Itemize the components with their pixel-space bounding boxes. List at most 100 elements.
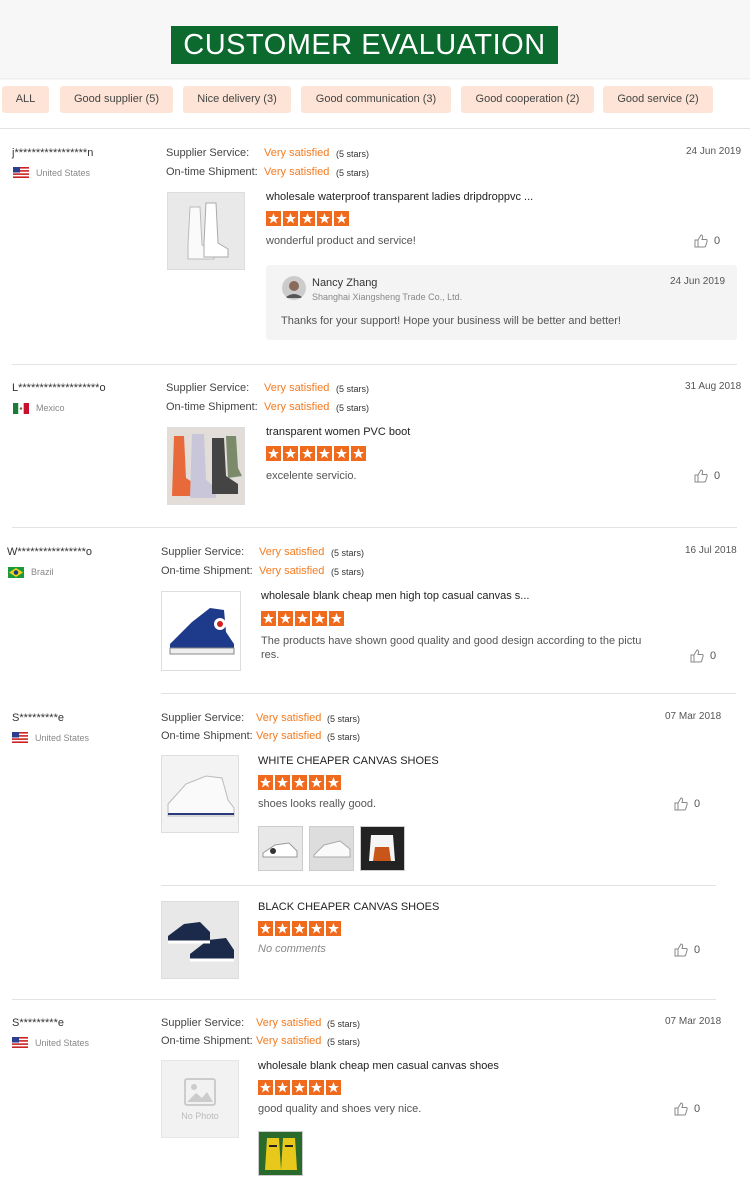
rating-stars xyxy=(266,446,366,461)
star-icon xyxy=(326,775,341,790)
review-date: 07 Mar 2018 xyxy=(665,1016,722,1027)
product-title[interactable]: BLACK CHEAPER CANVAS SHOES xyxy=(258,901,439,913)
shipment-stars-text: (5 stars) xyxy=(327,1037,361,1047)
supplier-rating: Very satisfied xyxy=(256,712,322,724)
supplier-stars-text: (5 stars) xyxy=(327,1019,361,1029)
shipment-stars-text: (5 stars) xyxy=(336,168,370,178)
star-icon xyxy=(292,775,307,790)
reply-author: Nancy Zhang xyxy=(312,277,378,289)
tab-good-communication[interactable]: Good communication (3) xyxy=(301,86,451,113)
reply-text: Thanks for your support! Hope your busin… xyxy=(281,315,621,327)
shipment-stars-text: (5 stars) xyxy=(336,403,370,413)
shipment-label: On-time Shipment: xyxy=(161,565,253,577)
shipment-rating: Very satisfied xyxy=(256,1035,322,1047)
reply-company: Shanghai Xiangsheng Trade Co., Ltd. xyxy=(312,292,463,302)
review-comment: good quality and shoes very nice. xyxy=(258,1103,422,1115)
thumbs-up-icon xyxy=(674,797,688,811)
like-button[interactable]: 0 xyxy=(694,234,720,248)
review-date: 16 Jul 2018 xyxy=(685,545,737,556)
review-photo[interactable] xyxy=(360,826,405,871)
tab-good-cooperation[interactable]: Good cooperation (2) xyxy=(461,86,594,113)
supplier-service-label: Supplier Service: xyxy=(161,712,245,724)
shipment-stars-text: (5 stars) xyxy=(327,732,361,742)
star-icon xyxy=(275,1080,290,1095)
supplier-reply: Nancy Zhang Shanghai Xiangsheng Trade Co… xyxy=(266,265,737,340)
review-comment: No comments xyxy=(258,943,326,955)
product-title[interactable]: transparent women PVC boot xyxy=(266,426,410,438)
review-comment: shoes looks really good. xyxy=(258,798,377,810)
reviewer-country: United States xyxy=(36,168,91,178)
shipment-rating: Very satisfied xyxy=(256,730,322,742)
divider xyxy=(12,527,737,528)
star-icon xyxy=(292,921,307,936)
star-icon xyxy=(329,611,344,626)
tab-good-service[interactable]: Good service (2) xyxy=(603,86,713,113)
shipment-rating: Very satisfied xyxy=(264,166,330,178)
us-flag-icon xyxy=(12,1037,28,1048)
supplier-rating: Very satisfied xyxy=(264,147,330,159)
supplier-stars-text: (5 stars) xyxy=(327,714,361,724)
reviewer-country: Brazil xyxy=(31,567,54,577)
product-image[interactable] xyxy=(161,901,239,979)
star-icon xyxy=(275,921,290,936)
reviewer-country: United States xyxy=(35,1038,90,1048)
star-icon xyxy=(275,775,290,790)
thumbs-up-icon xyxy=(694,234,708,248)
star-icon xyxy=(309,775,324,790)
divider xyxy=(161,693,736,694)
like-button[interactable]: 0 xyxy=(694,469,720,483)
product-title[interactable]: WHITE CHEAPER CANVAS SHOES xyxy=(258,755,439,767)
us-flag-icon xyxy=(13,167,29,178)
star-icon xyxy=(258,921,273,936)
page-title: CUSTOMER EVALUATION xyxy=(171,26,558,64)
product-title[interactable]: wholesale blank cheap men high top casua… xyxy=(261,590,529,602)
supplier-stars-text: (5 stars) xyxy=(336,384,370,394)
rating-stars xyxy=(261,611,344,626)
product-image[interactable] xyxy=(167,192,245,270)
no-photo-placeholder[interactable]: No Photo xyxy=(161,1060,239,1138)
star-icon xyxy=(312,611,327,626)
like-button[interactable]: 0 xyxy=(674,1102,700,1116)
divider xyxy=(0,78,750,79)
product-image[interactable] xyxy=(161,591,241,671)
review-date: 24 Jun 2019 xyxy=(686,146,742,157)
like-button[interactable]: 0 xyxy=(674,943,700,957)
shipment-label: On-time Shipment: xyxy=(161,1035,253,1047)
no-photo-label: No Photo xyxy=(181,1111,219,1121)
review-photo[interactable] xyxy=(309,826,354,871)
shipment-rating: Very satisfied xyxy=(259,565,325,577)
supplier-rating: Very satisfied xyxy=(264,382,330,394)
tab-good-supplier[interactable]: Good supplier (5) xyxy=(60,86,173,113)
product-image[interactable] xyxy=(167,427,245,505)
tab-all[interactable]: ALL xyxy=(2,86,49,113)
reviewer-name: S*********e xyxy=(12,1017,64,1029)
like-button[interactable]: 0 xyxy=(674,797,700,811)
divider xyxy=(12,364,737,365)
tab-nice-delivery[interactable]: Nice delivery (3) xyxy=(183,86,291,113)
brazil-flag-icon xyxy=(8,567,24,578)
mexico-flag-icon xyxy=(13,403,29,414)
review-photo[interactable] xyxy=(258,1131,303,1176)
product-image[interactable] xyxy=(161,755,239,833)
supplier-rating: Very satisfied xyxy=(256,1017,322,1029)
product-title[interactable]: wholesale waterproof transparent ladies … xyxy=(266,191,533,203)
like-button[interactable]: 0 xyxy=(690,649,716,663)
star-icon xyxy=(351,446,366,461)
divider xyxy=(12,999,716,1000)
like-count: 0 xyxy=(694,798,701,810)
star-icon xyxy=(326,921,341,936)
product-title[interactable]: wholesale blank cheap men casual canvas … xyxy=(258,1060,499,1072)
star-icon xyxy=(283,211,298,226)
reply-date: 24 Jun 2019 xyxy=(670,276,726,287)
rating-stars xyxy=(258,1080,341,1095)
review-comment-line: The products have shown good quality and… xyxy=(261,635,642,647)
us-flag-icon xyxy=(12,732,28,743)
reviewer-country: United States xyxy=(35,733,90,743)
review-photo[interactable] xyxy=(258,826,303,871)
rating-stars xyxy=(258,921,341,936)
like-count: 0 xyxy=(694,1103,701,1115)
review-date: 31 Aug 2018 xyxy=(685,381,742,392)
star-icon xyxy=(300,211,315,226)
star-icon xyxy=(309,1080,324,1095)
thumbs-up-icon xyxy=(694,469,708,483)
